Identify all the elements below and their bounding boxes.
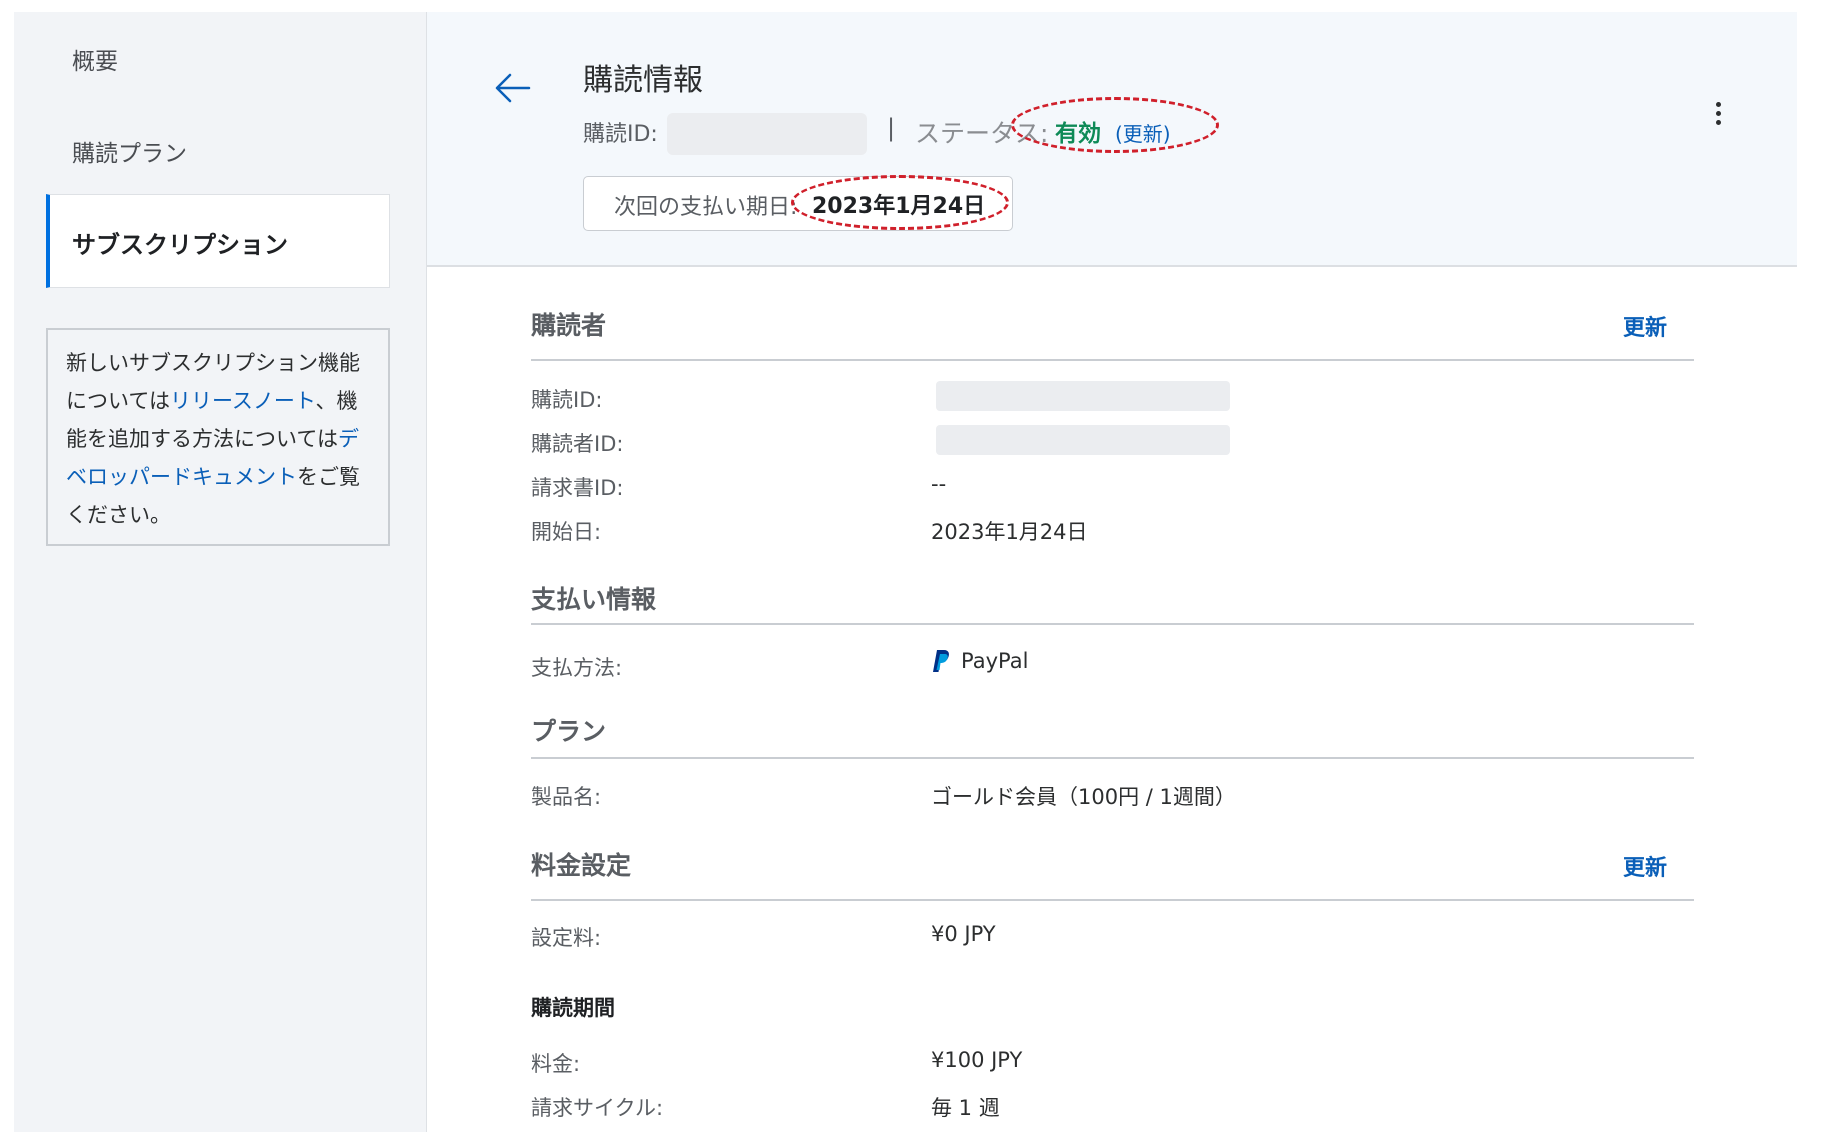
row-label: 購読ID: <box>531 388 603 412</box>
row-label: 請求書ID: <box>531 476 624 500</box>
sidebar-item-overview[interactable]: 概要 <box>72 42 118 76</box>
page-title: 購読情報 <box>583 63 703 98</box>
price-value: ¥100 JPY <box>931 1048 1023 1072</box>
divider <box>531 899 1694 901</box>
sidebar-item-plans[interactable]: 購読プラン <box>72 134 187 168</box>
subscription-id-label: 購読ID: <box>583 122 658 147</box>
divider <box>531 359 1694 361</box>
sidebar-item-label: サブスクリプション <box>72 231 288 259</box>
section-title-plan: プラン <box>531 717 607 746</box>
sidebar: 概要 購読プラン サブスクリプション 新しいサブスクリプション機能についてはリリ… <box>14 12 426 1132</box>
subscriber-update-link[interactable]: 更新 <box>1623 310 1667 342</box>
billing-period-title: 購読期間 <box>531 996 615 1020</box>
more-vertical-icon[interactable] <box>1708 102 1728 132</box>
subscription-header: 購読情報 購読ID: | ステータス: 有効 (更新) 次回の支払い期日: 20… <box>427 12 1797 267</box>
row-label: 支払方法: <box>531 656 623 680</box>
redacted-value <box>936 381 1230 411</box>
payment-method-text: PayPal <box>961 649 1029 673</box>
row-label: 請求サイクル: <box>531 1096 664 1120</box>
section-title-payment: 支払い情報 <box>531 585 657 614</box>
payment-method-value: PayPal <box>931 649 1028 673</box>
divider <box>531 757 1694 759</box>
pricing-update-link[interactable]: 更新 <box>1623 850 1667 882</box>
info-notice: 新しいサブスクリプション機能についてはリリースノート、機能を追加する方法について… <box>46 328 390 546</box>
section-title-pricing: 料金設定 <box>531 851 632 880</box>
row-label: 製品名: <box>531 785 602 809</box>
annotation-highlight-status <box>1011 97 1219 153</box>
separator: | <box>887 114 896 142</box>
redacted-value <box>936 425 1230 455</box>
back-arrow-icon[interactable] <box>493 68 533 108</box>
annotation-highlight-date <box>791 175 1009 230</box>
start-date-value: 2023年1月24日 <box>931 520 1088 544</box>
main-content: 購読情報 購読ID: | ステータス: 有効 (更新) 次回の支払い期日: 20… <box>426 12 1797 1132</box>
sidebar-item-subscriptions[interactable]: サブスクリプション <box>46 194 390 288</box>
next-payment-label: 次回の支払い期日: <box>614 195 798 220</box>
divider <box>531 623 1694 625</box>
app-frame: 概要 購読プラン サブスクリプション 新しいサブスクリプション機能についてはリリ… <box>14 12 1797 1132</box>
row-label: 設定料: <box>531 926 602 950</box>
row-label: 開始日: <box>531 520 602 544</box>
section-title-subscriber: 購読者 <box>531 311 607 340</box>
invoice-id-value: -- <box>931 472 947 496</box>
billing-cycle-value: 毎 1 週 <box>931 1096 1000 1120</box>
paypal-icon <box>933 650 949 672</box>
release-notes-link[interactable]: リリースノート <box>170 389 316 413</box>
row-label: 購読者ID: <box>531 432 624 456</box>
redacted-subscription-id <box>667 113 867 155</box>
setup-fee-value: ¥0 JPY <box>931 922 996 946</box>
row-label: 料金: <box>531 1052 581 1076</box>
product-name-value: ゴールド会員（100円 / 1週間） <box>931 785 1236 809</box>
